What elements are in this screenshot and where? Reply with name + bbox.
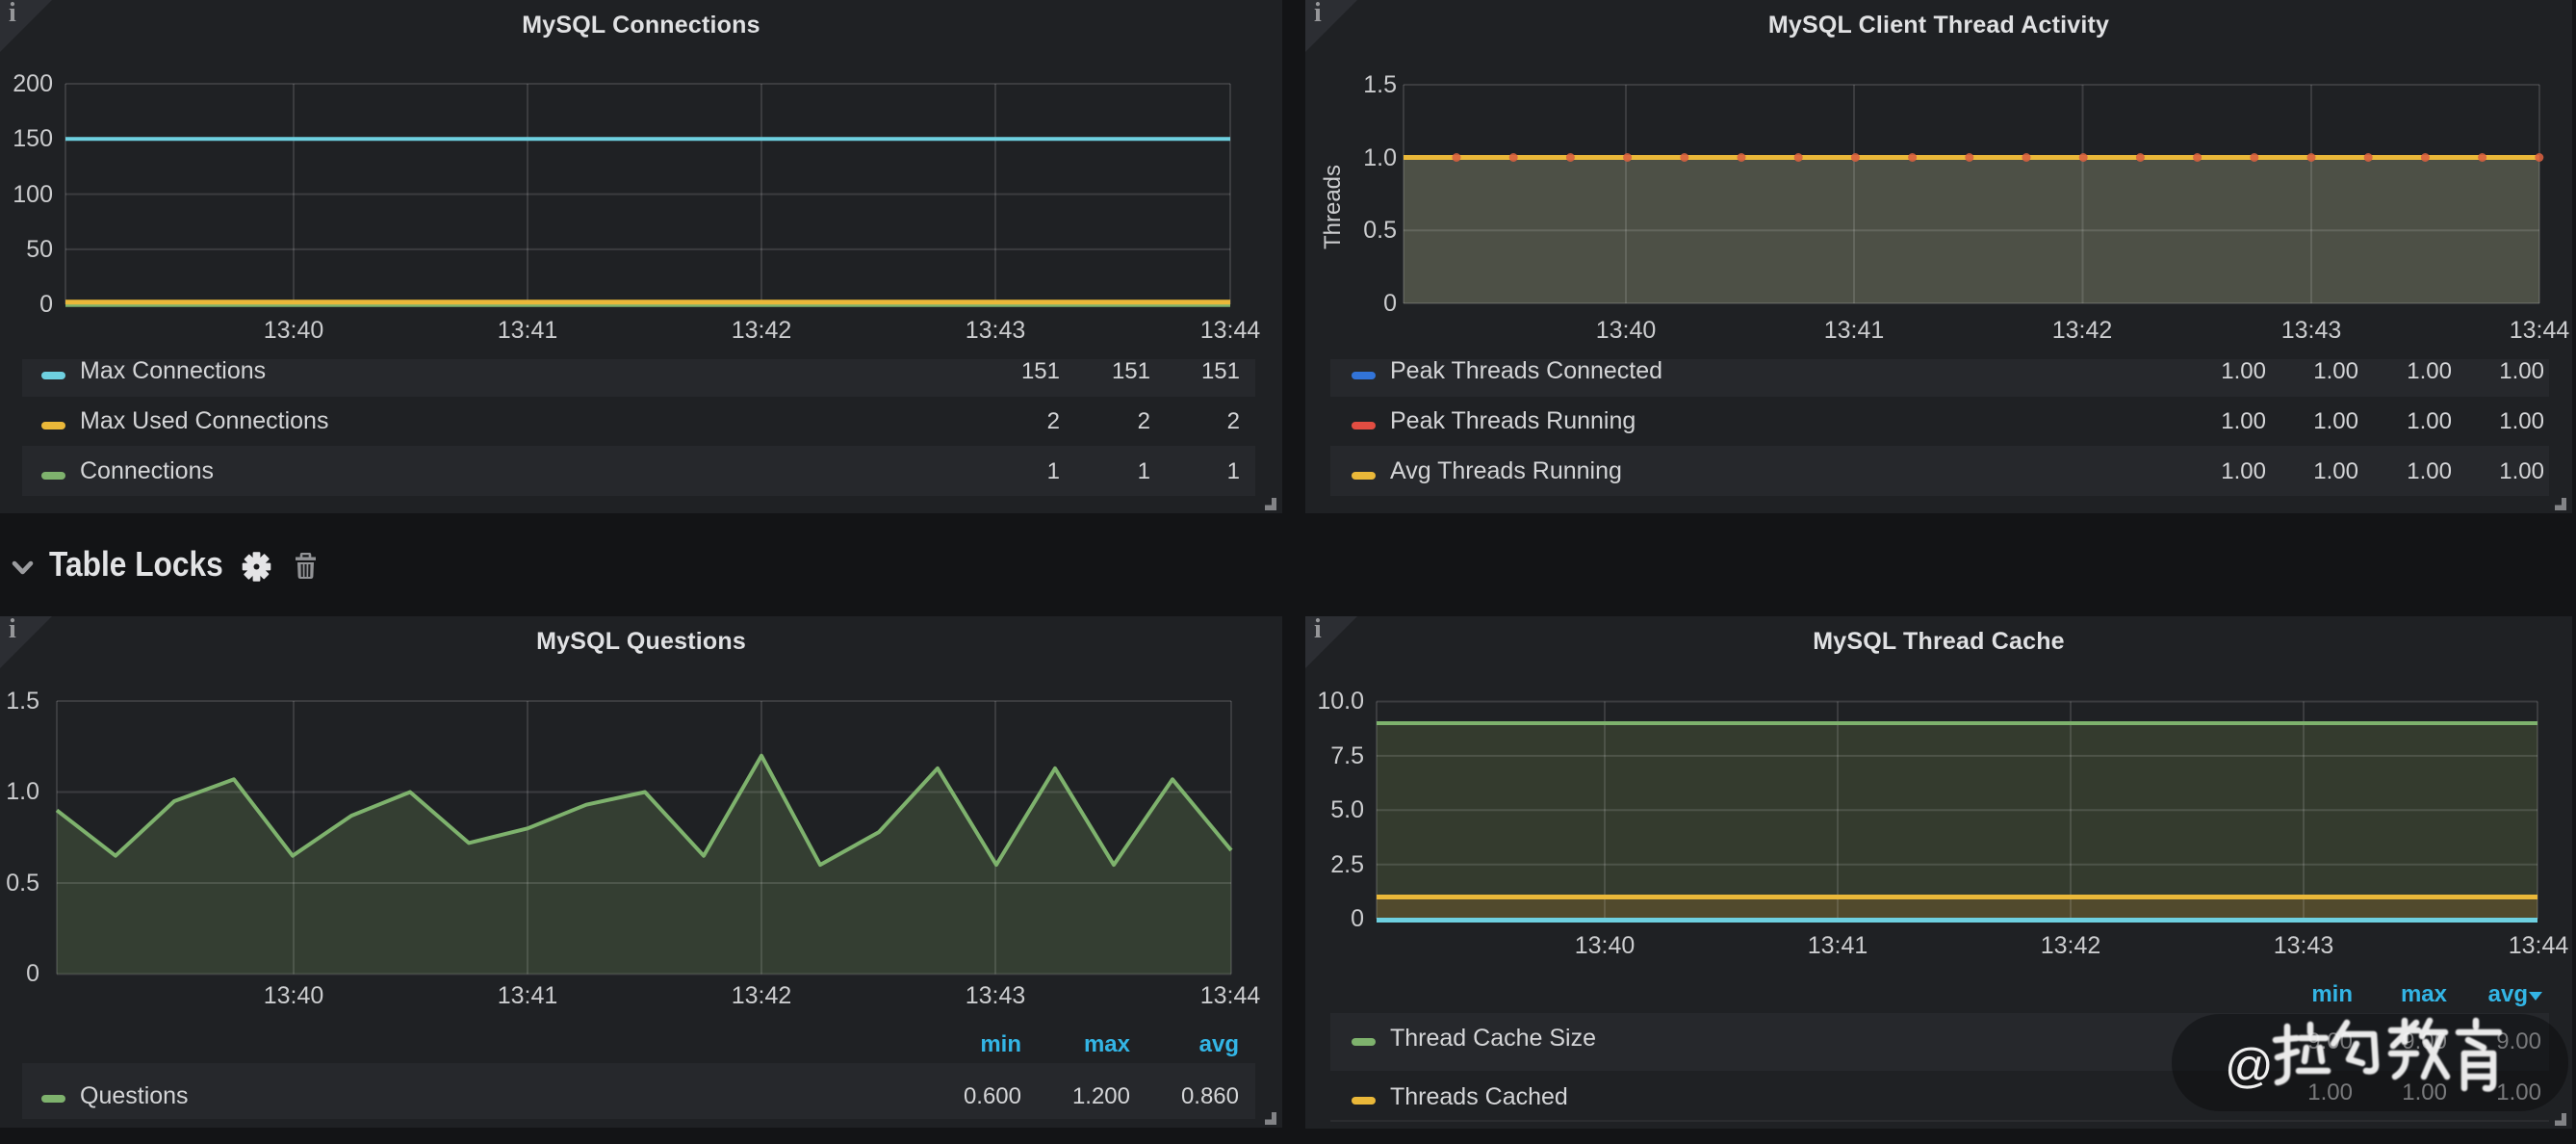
svg-text:@: @	[2225, 1039, 2274, 1093]
svg-text:Threads: Threads	[1320, 165, 1346, 249]
